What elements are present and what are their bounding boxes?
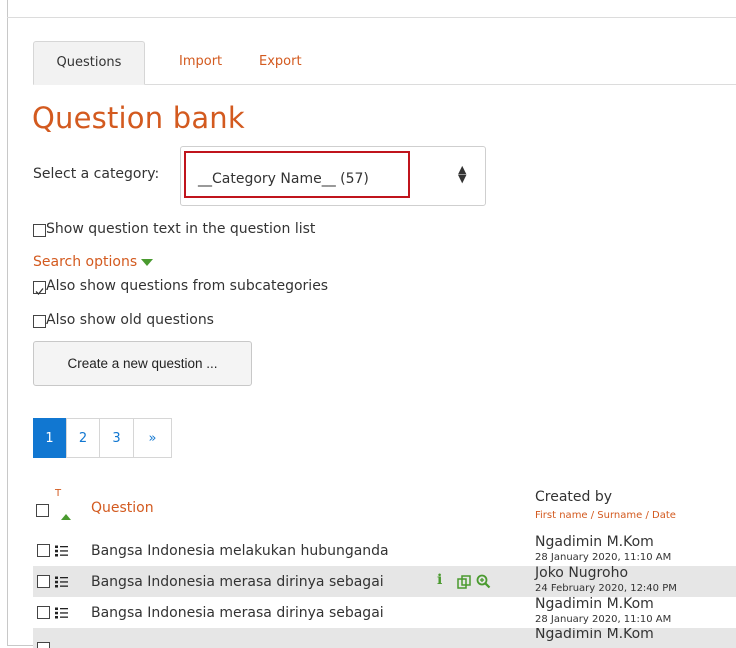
page-title: Question bank	[32, 101, 245, 135]
type-header[interactable]: T	[55, 488, 61, 499]
search-options-label: Search options	[33, 254, 138, 270]
table-row: Bangsa Indonesia melakukan hubunganda Ng…	[33, 534, 736, 566]
preview-zoom-icon[interactable]	[476, 574, 491, 589]
info-icon[interactable]: i	[437, 572, 442, 588]
created-date: 28 January 2020, 11:10 AM	[535, 552, 672, 563]
search-options-toggle[interactable]: Search options	[33, 254, 154, 270]
tab-import[interactable]: Import	[179, 41, 222, 83]
row-checkbox[interactable]	[37, 575, 50, 588]
select-arrows-icon: ▲ ▼	[458, 163, 467, 185]
checkmark-icon	[35, 288, 44, 295]
page-1[interactable]: 1	[33, 418, 66, 458]
category-label: Select a category:	[33, 166, 160, 182]
create-question-button[interactable]: Create a new question ...	[33, 341, 252, 386]
row-checkbox[interactable]	[37, 544, 50, 557]
creator-name: Ngadimin M.Kom	[535, 534, 654, 550]
question-name: Bangsa Indonesia melakukan hubunganda	[91, 543, 389, 559]
table-row: Ngadimin M.Kom	[33, 628, 736, 648]
multichoice-list-icon	[55, 607, 68, 619]
question-name: Bangsa Indonesia merasa dirinya sebagai	[91, 574, 384, 590]
old-questions-label: Also show old questions	[46, 312, 214, 328]
tab-bar: Questions Import Export	[33, 41, 736, 85]
question-name: Bangsa Indonesia merasa dirinya sebagai	[91, 605, 384, 621]
row-checkbox[interactable]	[37, 606, 50, 619]
creator-name: Ngadimin M.Kom	[535, 596, 654, 612]
page-next[interactable]: »	[133, 418, 172, 458]
created-date: 28 January 2020, 11:10 AM	[535, 614, 672, 625]
tab-questions[interactable]: Questions	[33, 41, 145, 85]
subcategories-label: Also show questions from subcategories	[46, 278, 329, 294]
tab-export[interactable]: Export	[259, 41, 302, 83]
category-selected-value: __Category Name__ (57)	[198, 171, 369, 187]
created-date: 24 February 2020, 12:40 PM	[535, 583, 677, 594]
created-by-sort-links[interactable]: First name / Surname / Date	[535, 510, 676, 521]
creator-name: Joko Nugroho	[535, 565, 629, 581]
sort-ascending-icon	[61, 514, 71, 520]
multichoice-list-icon	[55, 545, 68, 557]
question-column-header[interactable]: Question	[91, 500, 154, 516]
show-question-text-checkbox[interactable]	[33, 224, 46, 237]
page-2[interactable]: 2	[66, 418, 100, 458]
subcategories-checkbox[interactable]	[33, 281, 46, 295]
table-row: Bangsa Indonesia merasa dirinya sebagai …	[33, 596, 736, 628]
show-question-text-label: Show question text in the question list	[46, 221, 316, 237]
duplicate-icon[interactable]	[457, 575, 471, 589]
top-divider	[7, 17, 736, 18]
table-row: Bangsa Indonesia merasa dirinya sebagai …	[33, 565, 736, 597]
multichoice-list-icon	[55, 576, 68, 588]
old-questions-checkbox[interactable]	[33, 315, 46, 328]
creator-name: Ngadimin M.Kom	[535, 628, 654, 642]
dropdown-triangle-icon	[141, 258, 154, 266]
select-all-checkbox[interactable]	[36, 504, 49, 517]
created-by-header: Created by	[535, 489, 613, 505]
page-3[interactable]: 3	[99, 418, 134, 458]
row-checkbox[interactable]	[37, 642, 50, 648]
